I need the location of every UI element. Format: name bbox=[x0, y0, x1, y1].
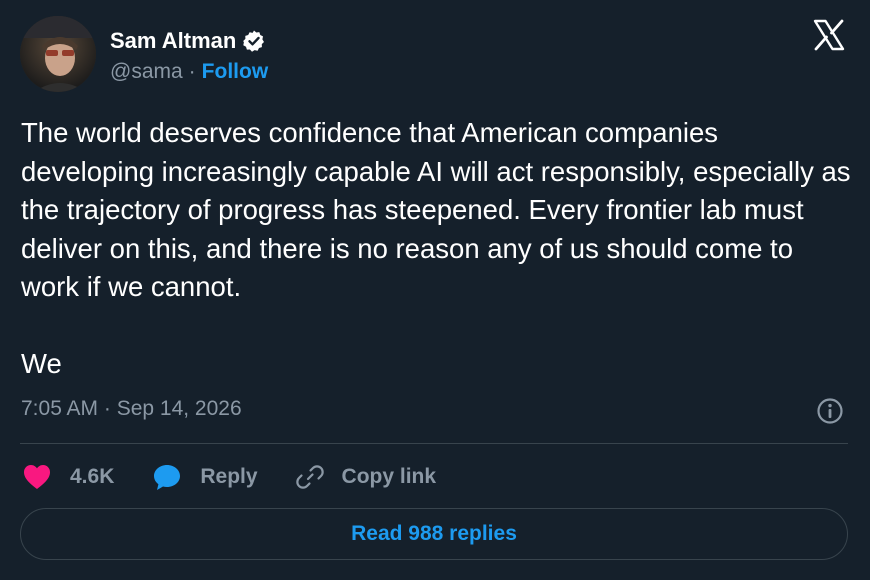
speech-bubble-icon bbox=[154, 465, 181, 490]
handle-row: @sama · Follow bbox=[110, 60, 268, 84]
author-handle[interactable]: @sama bbox=[110, 60, 183, 84]
handle-separator: · bbox=[188, 60, 196, 83]
like-button[interactable]: 4.6K bbox=[22, 463, 114, 491]
avatar[interactable] bbox=[20, 16, 96, 92]
author-name[interactable]: Sam Altman bbox=[110, 28, 236, 54]
reply-label: Reply bbox=[200, 465, 258, 488]
copy-link-button[interactable]: Copy link bbox=[295, 463, 437, 491]
avatar-photo bbox=[20, 16, 96, 92]
author-header: Sam Altman @sama · Follow bbox=[110, 26, 268, 84]
x-logo-icon[interactable] bbox=[812, 18, 846, 52]
reply-button[interactable]: Reply bbox=[152, 462, 258, 492]
tweet-timestamp[interactable]: 7:05 AM · Sep 14, 2026 bbox=[21, 397, 242, 421]
info-icon[interactable] bbox=[816, 397, 844, 425]
tweet-card: Sam Altman @sama · Follow The world dese… bbox=[0, 0, 870, 580]
read-replies-button[interactable]: Read 988 replies bbox=[20, 508, 848, 560]
verified-badge-icon bbox=[242, 29, 266, 53]
divider bbox=[20, 443, 848, 444]
action-bar: 4.6K Reply Copy link bbox=[22, 458, 474, 496]
heart-icon bbox=[24, 465, 50, 489]
name-row: Sam Altman bbox=[110, 26, 268, 56]
like-count: 4.6K bbox=[70, 465, 115, 488]
follow-button[interactable]: Follow bbox=[202, 60, 269, 84]
copy-link-label: Copy link bbox=[341, 465, 437, 488]
tweet-text: The world deserves confidence that Ameri… bbox=[21, 117, 851, 379]
link-icon bbox=[295, 465, 324, 489]
read-replies-label: Read 988 replies bbox=[351, 522, 517, 545]
